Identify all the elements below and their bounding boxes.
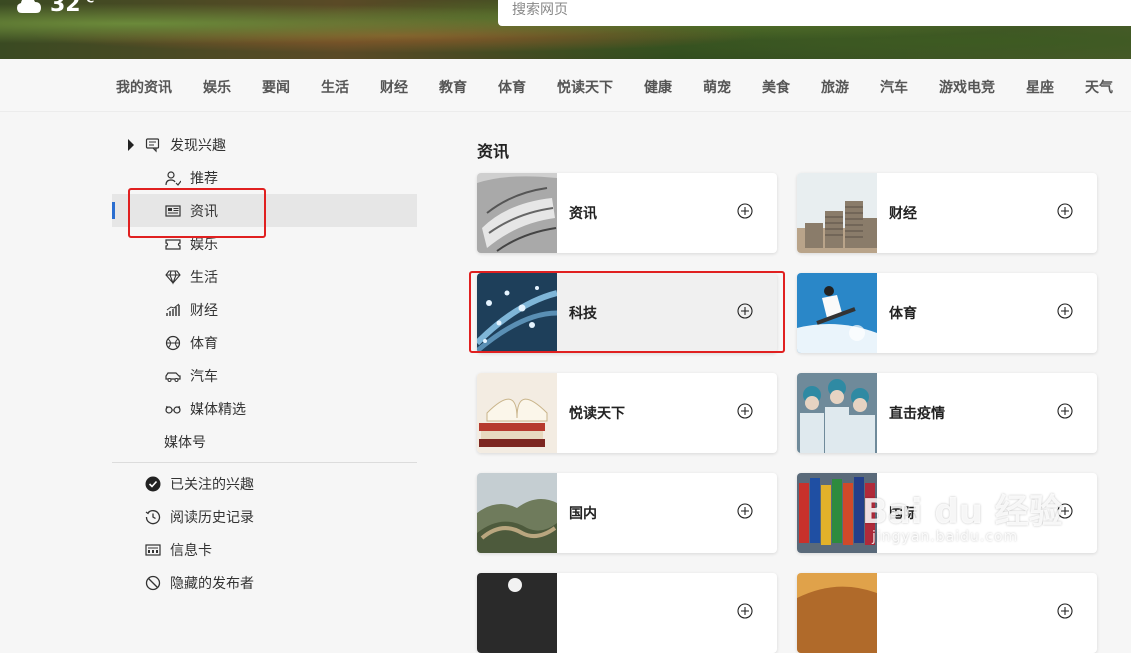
add-circle-icon[interactable] — [1057, 603, 1073, 619]
sidebar-item-label: 体育 — [190, 335, 218, 352]
add-circle-icon[interactable] — [1057, 203, 1073, 219]
chat-bubble-icon — [144, 136, 162, 154]
category-tab-10[interactable]: 美食 — [762, 77, 790, 97]
check-circle-icon — [144, 475, 162, 493]
add-circle-icon[interactable] — [737, 403, 753, 419]
topic-card-partial-1[interactable] — [477, 573, 777, 653]
sidebar-item-history[interactable]: 阅读历史记录 — [112, 500, 417, 533]
weather-widget[interactable]: 32°C — [16, 0, 94, 17]
category-tab-8[interactable]: 健康 — [644, 77, 672, 97]
sidebar-item-label: 汽车 — [190, 368, 218, 385]
topic-card-epidemic[interactable]: 直击疫情 — [797, 373, 1097, 453]
category-tab-3[interactable]: 生活 — [321, 77, 349, 97]
caret-right-icon — [126, 136, 136, 154]
newspaper-thumbnail — [477, 173, 557, 253]
temperature: 32°C — [50, 0, 94, 17]
sidebar-item-label: 隐藏的发布者 — [170, 575, 254, 592]
add-circle-icon[interactable] — [737, 203, 753, 219]
sidebar-item-label: 信息卡 — [170, 542, 212, 559]
snowboard-thumbnail — [797, 273, 877, 353]
topic-card-domestic[interactable]: 国内 — [477, 473, 777, 553]
sidebar-item-media-account[interactable]: 媒体号 — [112, 425, 417, 458]
sidebar-item-finance[interactable]: 财经 — [112, 293, 417, 326]
add-circle-icon[interactable] — [1057, 303, 1073, 319]
landscape-thumbnail — [797, 573, 877, 653]
category-tab-9[interactable]: 萌宠 — [703, 77, 731, 97]
card-icon — [144, 541, 162, 559]
add-circle-icon[interactable] — [737, 503, 753, 519]
block-icon — [144, 574, 162, 592]
sidebar-item-info-card[interactable]: 信息卡 — [112, 533, 417, 566]
category-nav: 我的资讯 娱乐 要闻 生活 财经 教育 体育 悦读天下 健康 萌宠 美食 旅游 汽车 游戏电竞 星座 天气 — [0, 59, 1131, 112]
sidebar-header-label: 发现兴趣 — [170, 137, 226, 154]
card-label: 体育 — [889, 306, 917, 322]
user-icon — [164, 169, 182, 187]
card-label: 直击疫情 — [889, 406, 945, 422]
glasses-icon — [164, 400, 182, 418]
category-tab-7[interactable]: 悦读天下 — [557, 77, 613, 97]
sidebar-item-label: 阅读历史记录 — [170, 509, 254, 526]
medical-staff-thumbnail — [797, 373, 877, 453]
topic-card-news[interactable]: 资讯 — [477, 173, 777, 253]
topic-card-reading[interactable]: 悦读天下 — [477, 373, 777, 453]
sidebar-item-media-picks[interactable]: 媒体精选 — [112, 392, 417, 425]
category-tab-15[interactable]: 天气 — [1085, 77, 1113, 97]
card-label: 国内 — [569, 506, 597, 522]
card-label: 资讯 — [569, 206, 597, 222]
sidebar-divider — [112, 462, 417, 463]
sidebar-item-auto[interactable]: 汽车 — [112, 359, 417, 392]
topic-card-finance[interactable]: 财经 — [797, 173, 1097, 253]
books-thumbnail — [477, 373, 557, 453]
topic-card-sports[interactable]: 体育 — [797, 273, 1097, 353]
sidebar-item-label: 生活 — [190, 269, 218, 286]
sidebar-header-discover[interactable]: 发现兴趣 — [112, 128, 417, 161]
category-tab-4[interactable]: 财经 — [380, 77, 408, 97]
lightbulb-thumbnail — [477, 573, 557, 653]
category-tab-11[interactable]: 旅游 — [821, 77, 849, 97]
category-tab-14[interactable]: 星座 — [1026, 77, 1054, 97]
diamond-icon — [164, 268, 182, 286]
category-tab-6[interactable]: 体育 — [498, 77, 526, 97]
topic-card-partial-2[interactable] — [797, 573, 1097, 653]
chart-icon — [164, 301, 182, 319]
sidebar-item-label: 媒体精选 — [190, 401, 246, 418]
history-icon — [144, 508, 162, 526]
sidebar-item-label: 已关注的兴趣 — [170, 476, 254, 493]
sidebar-item-label: 推荐 — [190, 170, 218, 187]
category-tab-2[interactable]: 要闻 — [262, 77, 290, 97]
watermark: Bai du 经验 jingyan.baidu.com — [862, 492, 1063, 545]
card-label: 悦读天下 — [569, 406, 625, 422]
sidebar-item-label: 媒体号 — [164, 434, 206, 451]
add-circle-icon[interactable] — [1057, 403, 1073, 419]
card-label: 财经 — [889, 206, 917, 222]
sidebar-item-label: 财经 — [190, 302, 218, 319]
category-tab-5[interactable]: 教育 — [439, 77, 467, 97]
category-tab-1[interactable]: 娱乐 — [203, 77, 231, 97]
category-tab-13[interactable]: 游戏电竞 — [939, 77, 995, 97]
sidebar-item-sports[interactable]: 体育 — [112, 326, 417, 359]
ball-icon — [164, 334, 182, 352]
highlight-box-tech-card — [469, 271, 785, 353]
great-wall-thumbnail — [477, 473, 557, 553]
category-tab-12[interactable]: 汽车 — [880, 77, 908, 97]
search-input[interactable] — [510, 1, 1131, 19]
add-circle-icon[interactable] — [737, 603, 753, 619]
sidebar-item-hidden-publishers[interactable]: 隐藏的发布者 — [112, 566, 417, 599]
highlight-box-sidebar — [128, 188, 266, 238]
sidebar-item-followed[interactable]: 已关注的兴趣 — [112, 467, 417, 500]
car-icon — [164, 367, 182, 385]
sidebar-item-life[interactable]: 生活 — [112, 260, 417, 293]
search-bar[interactable] — [498, 0, 1131, 26]
top-banner: 32°C — [0, 0, 1131, 59]
coins-thumbnail — [797, 173, 877, 253]
section-title: 资讯 — [477, 142, 510, 161]
category-tab-0[interactable]: 我的资讯 — [116, 77, 172, 97]
cloud-icon — [17, 0, 41, 13]
